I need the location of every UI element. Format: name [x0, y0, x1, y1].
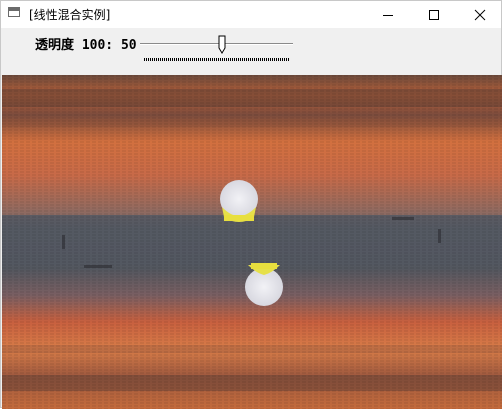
minimize-button[interactable]	[365, 1, 411, 28]
close-button[interactable]	[457, 1, 502, 28]
slider-thumb[interactable]	[216, 35, 228, 59]
window-icon	[8, 7, 20, 17]
app-window: [线性混合实例] 透明度 100: 50	[0, 0, 502, 409]
sunset-blend-image	[2, 75, 502, 409]
window-title: [线性混合实例]	[29, 8, 111, 22]
maximize-icon	[429, 9, 439, 20]
title-bar[interactable]: [线性混合实例]	[1, 1, 501, 28]
trackbar-label: 透明度 100: 50	[35, 38, 137, 53]
slider-thumb-icon	[218, 35, 226, 54]
trackbar-panel: 透明度 100: 50	[1, 28, 501, 74]
blended-image	[2, 75, 502, 409]
slider-ticks	[144, 58, 290, 61]
minimize-icon	[383, 14, 393, 16]
close-icon	[474, 9, 486, 20]
maximize-button[interactable]	[411, 1, 457, 28]
